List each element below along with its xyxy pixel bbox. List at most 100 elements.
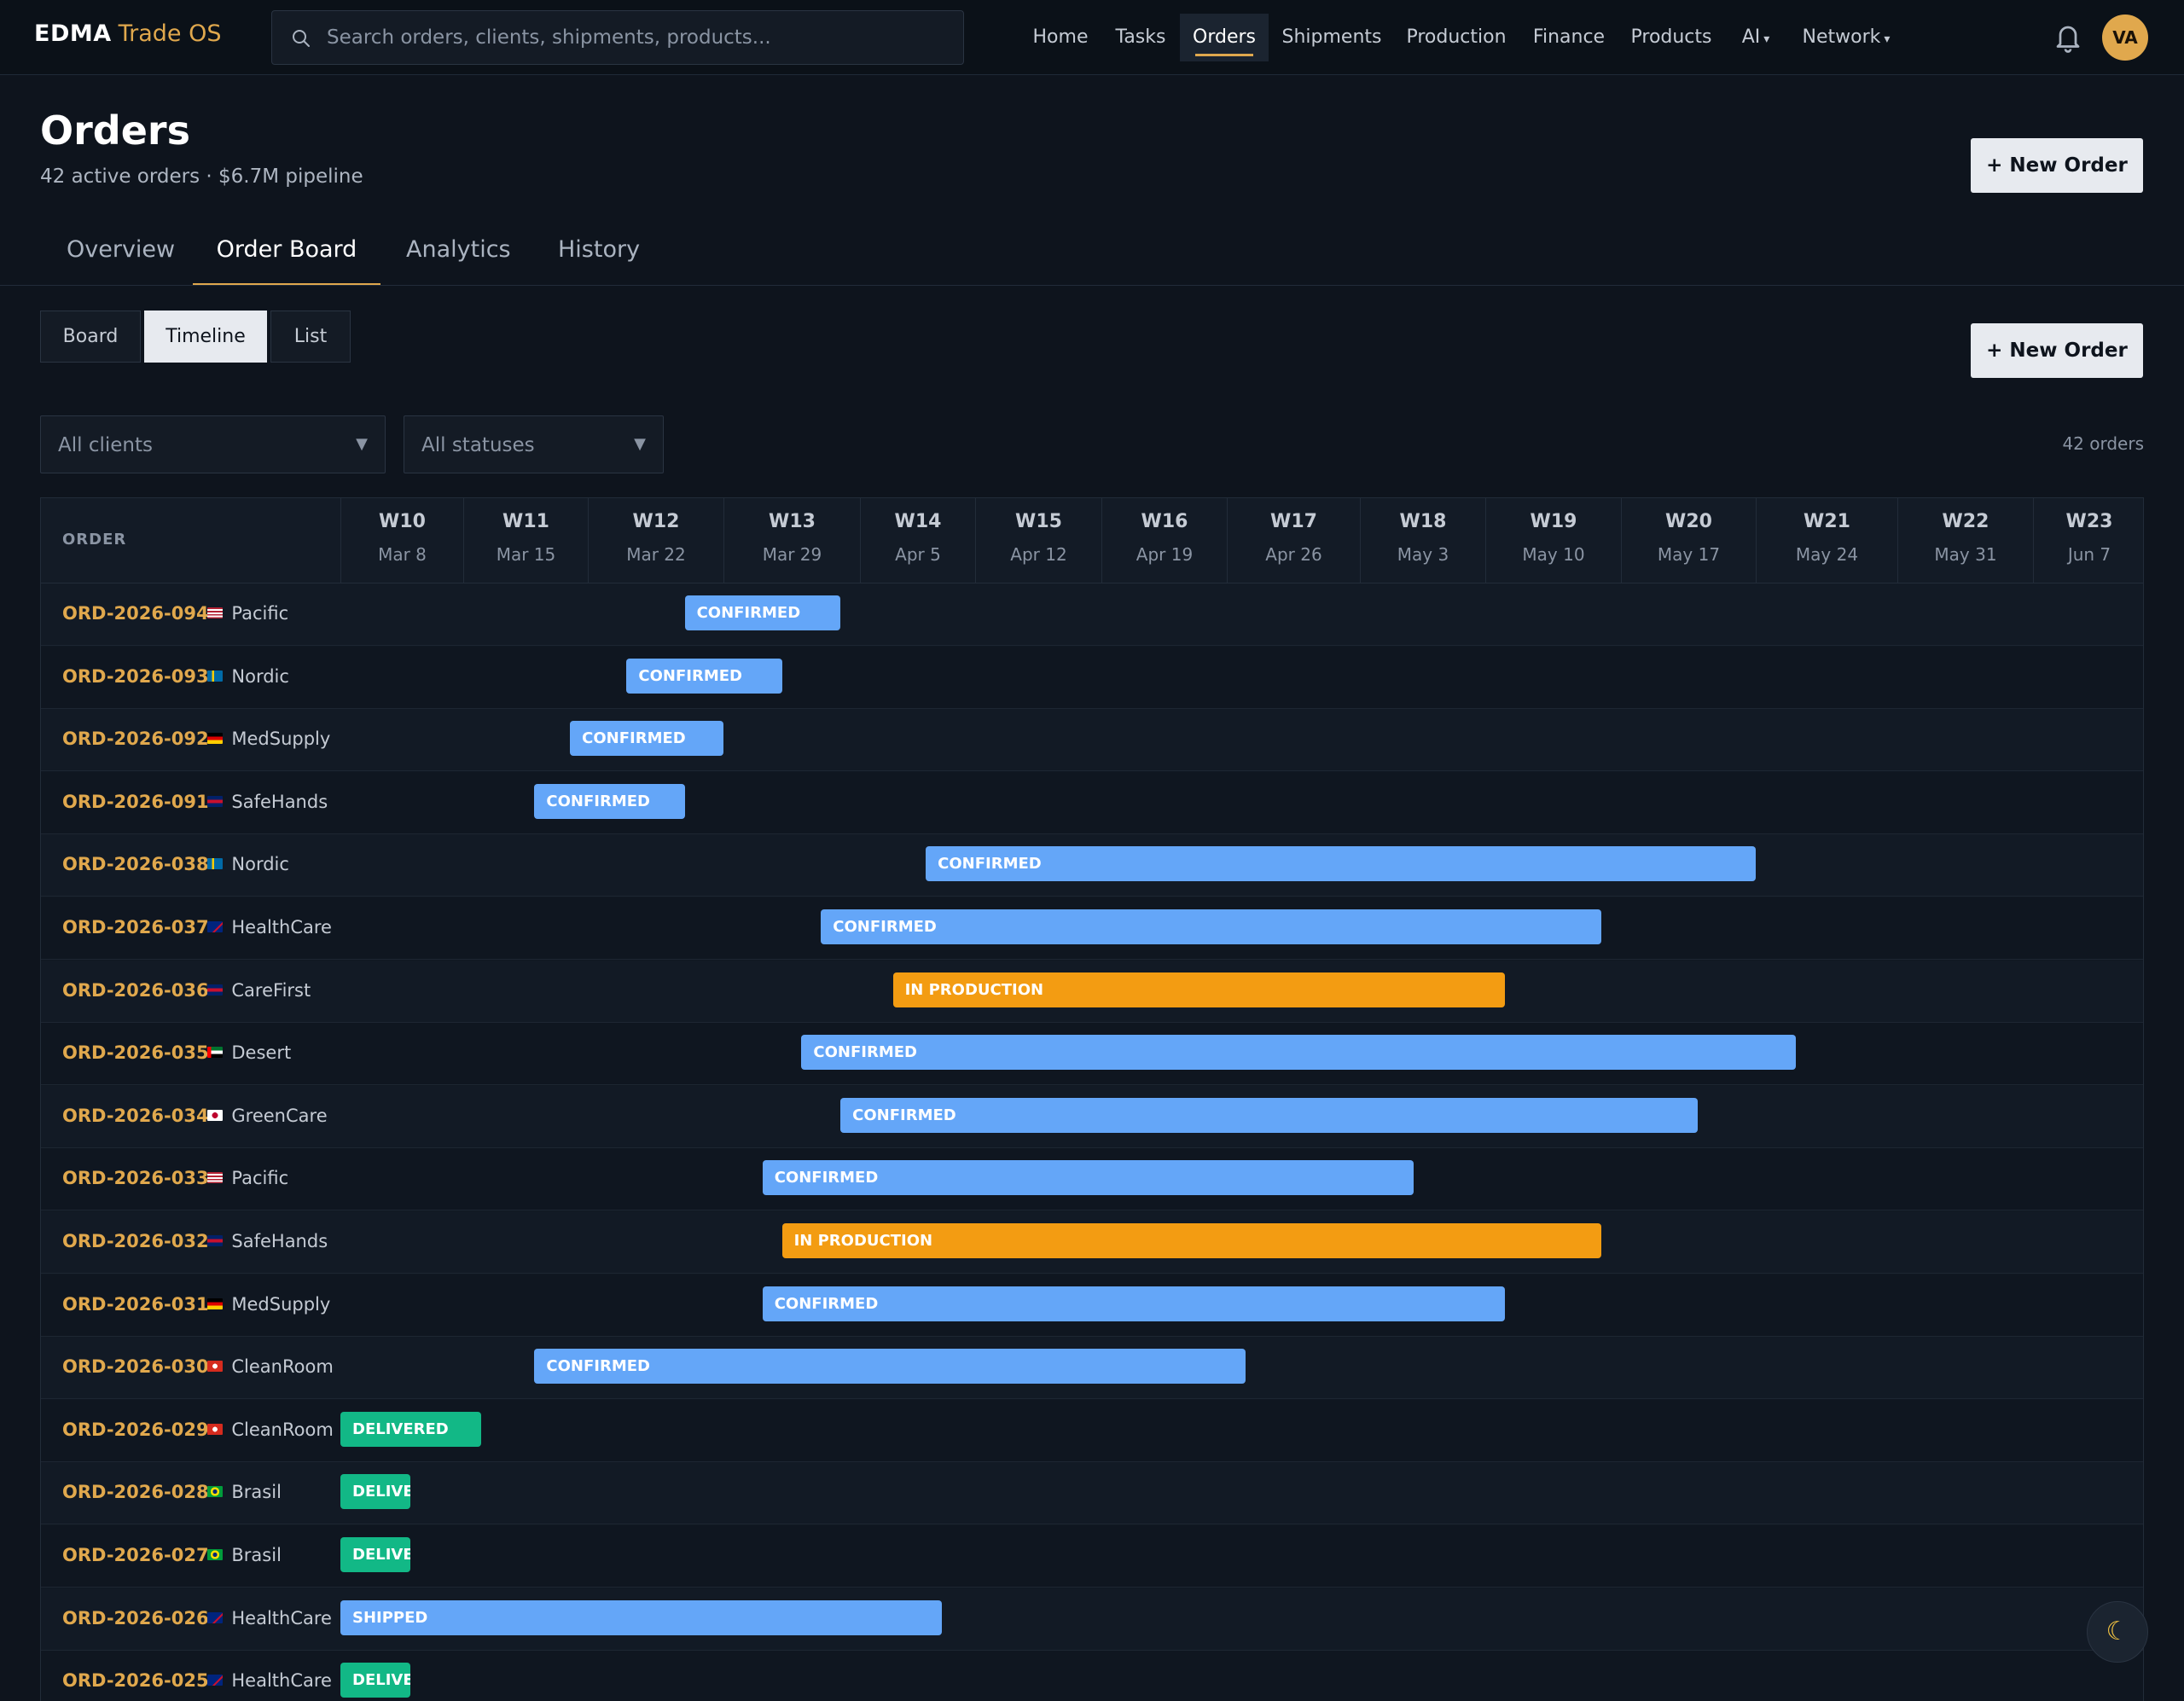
order-status-bar[interactable]: DELIVERED (340, 1474, 411, 1510)
user-avatar[interactable]: VA (2102, 15, 2148, 61)
week-label: W10 (379, 511, 426, 532)
week-date: Mar 22 (626, 544, 686, 565)
timeline-row[interactable]: ORD-2026-028 Brasil DELIVERED (41, 1462, 2143, 1525)
nav-network[interactable]: Network ▾ (1795, 14, 1897, 61)
order-status-bar[interactable]: CONFIRMED (840, 1097, 1699, 1133)
order-id-link[interactable]: ORD-2026-032 (62, 1231, 209, 1251)
nav-finance[interactable]: Finance (1525, 14, 1612, 61)
country-flag-icon (207, 1047, 224, 1059)
timeline-row[interactable]: ORD-2026-029 CleanRoom DELIVERED (41, 1399, 2143, 1462)
status-filter-select[interactable]: All statuses ▼ (404, 415, 664, 473)
order-id-link[interactable]: ORD-2026-038 (62, 854, 209, 874)
tab-overview[interactable]: Overview (67, 229, 175, 286)
timeline-row[interactable]: ORD-2026-036 CareFirst IN PRODUCTION (41, 960, 2143, 1023)
order-id-link[interactable]: ORD-2026-028 (62, 1482, 209, 1502)
order-status-bar[interactable]: DELIVERED (340, 1537, 411, 1572)
global-search[interactable] (271, 10, 964, 65)
timeline-row[interactable]: ORD-2026-034 GreenCare CONFIRMED (41, 1085, 2143, 1148)
week-date: May 3 (1397, 544, 1449, 565)
week-column-header: W13 Mar 29 (723, 498, 860, 583)
country-flag-icon (207, 1549, 224, 1560)
tab-analytics[interactable]: Analytics (406, 229, 511, 286)
timeline-row[interactable]: ORD-2026-093 Nordic CONFIRMED (41, 646, 2143, 709)
order-status-bar[interactable]: CONFIRMED (762, 1160, 1414, 1196)
timeline-row[interactable]: ORD-2026-092 MedSupply CONFIRMED (41, 709, 2143, 772)
order-id-link[interactable]: ORD-2026-035 (62, 1042, 209, 1063)
timeline-row[interactable]: ORD-2026-032 SafeHands IN PRODUCTION (41, 1211, 2143, 1274)
order-id-link[interactable]: ORD-2026-025 (62, 1670, 209, 1691)
tab-order-board[interactable]: Order Board (193, 229, 380, 286)
order-status-bar[interactable]: CONFIRMED (801, 1035, 1797, 1071)
timeline-row[interactable]: ORD-2026-026 HealthCare SHIPPED (41, 1588, 2143, 1651)
order-id-link[interactable]: ORD-2026-094 (62, 603, 209, 624)
order-id-link[interactable]: ORD-2026-037 (62, 917, 209, 938)
order-status-bar[interactable]: CONFIRMED (762, 1286, 1505, 1321)
order-id-link[interactable]: ORD-2026-027 (62, 1545, 209, 1565)
nav-ai[interactable]: AI ▾ (1730, 14, 1781, 61)
country-flag-icon (207, 1675, 224, 1686)
order-status-bar[interactable]: IN PRODUCTION (781, 1223, 1602, 1258)
order-id-link[interactable]: ORD-2026-026 (62, 1608, 209, 1628)
nav-orders[interactable]: Orders (1180, 14, 1269, 61)
order-status-bar[interactable]: DELIVERED (340, 1411, 481, 1447)
brand-name: EDMA (34, 20, 112, 47)
order-status-bar[interactable]: IN PRODUCTION (892, 972, 1505, 1007)
timeline-row[interactable]: ORD-2026-038 Nordic CONFIRMED (41, 834, 2143, 897)
timeline-row[interactable]: ORD-2026-025 HealthCare DELIVERED (41, 1651, 2143, 1701)
timeline-row[interactable]: ORD-2026-035 Desert CONFIRMED (41, 1023, 2143, 1086)
order-id-link[interactable]: ORD-2026-034 (62, 1106, 209, 1126)
nav-products[interactable]: Products (1624, 14, 1718, 61)
timeline-row[interactable]: ORD-2026-030 CleanRoom CONFIRMED (41, 1337, 2143, 1400)
timeline-row[interactable]: ORD-2026-033 Pacific CONFIRMED (41, 1148, 2143, 1211)
order-status-bar[interactable]: DELIVERED (340, 1663, 411, 1698)
new-order-button-header[interactable]: + New Order (1971, 138, 2143, 193)
order-status-bar[interactable]: CONFIRMED (926, 846, 1756, 882)
order-id-link[interactable]: ORD-2026-031 (62, 1294, 209, 1315)
nav-production[interactable]: Production (1399, 14, 1513, 61)
timeline-row[interactable]: ORD-2026-027 Brasil DELIVERED (41, 1525, 2143, 1588)
order-id-link[interactable]: ORD-2026-033 (62, 1168, 209, 1188)
week-column-header: W23 Jun 7 (2033, 498, 2143, 583)
new-order-button[interactable]: + New Order (1971, 323, 2143, 378)
theme-toggle-moon-icon[interactable]: ☾ (2087, 1601, 2148, 1663)
order-status-bar[interactable]: CONFIRMED (821, 909, 1602, 944)
order-timeline: ORDER W10 Mar 8 W11 Mar 15 W12 Mar 22 W13 Mar 2… (40, 497, 2144, 1701)
week-label: W17 (1270, 511, 1317, 532)
search-input[interactable] (327, 11, 950, 64)
order-id-link[interactable]: ORD-2026-036 (62, 980, 209, 1001)
order-status-bar[interactable]: SHIPPED (340, 1599, 943, 1635)
brand-logo[interactable]: EDMA Trade OS (34, 20, 222, 47)
notification-bell-icon[interactable] (2053, 20, 2083, 55)
client-name: HealthCare (231, 1670, 332, 1692)
top-navigation-bar: EDMATrade OS Home Tasks Orders Shipments… (0, 0, 2184, 75)
view-board-button[interactable]: Board (40, 311, 141, 363)
nav-tasks[interactable]: Tasks (1107, 14, 1174, 61)
client-name: SafeHands (231, 1231, 328, 1251)
order-status-bar[interactable]: CONFIRMED (534, 783, 685, 819)
view-list-button[interactable]: List (270, 311, 351, 363)
order-status-bar[interactable]: CONFIRMED (626, 658, 782, 694)
client-name: CleanRoom (231, 1419, 334, 1440)
page-title: Orders (40, 107, 190, 154)
order-id-link[interactable]: ORD-2026-093 (62, 666, 209, 687)
timeline-row[interactable]: ORD-2026-091 SafeHands CONFIRMED (41, 771, 2143, 834)
nav-shipments[interactable]: Shipments (1276, 14, 1387, 61)
tab-history[interactable]: History (558, 229, 640, 286)
order-status-bar[interactable]: CONFIRMED (684, 595, 841, 630)
country-flag-icon (207, 984, 224, 996)
nav-home[interactable]: Home (1022, 14, 1099, 61)
timeline-row[interactable]: ORD-2026-031 MedSupply CONFIRMED (41, 1274, 2143, 1337)
client-filter-select[interactable]: All clients ▼ (40, 415, 386, 473)
order-id-link[interactable]: ORD-2026-091 (62, 792, 209, 812)
week-date: Mar 15 (496, 544, 556, 565)
view-timeline-button[interactable]: Timeline (144, 311, 267, 363)
order-status-bar[interactable]: CONFIRMED (534, 1349, 1246, 1385)
week-column-header: W11 Mar 15 (463, 498, 588, 583)
timeline-row[interactable]: ORD-2026-037 HealthCare CONFIRMED (41, 897, 2143, 960)
week-column-header: W20 May 17 (1621, 498, 1756, 583)
order-id-link[interactable]: ORD-2026-029 (62, 1419, 209, 1440)
order-id-link[interactable]: ORD-2026-092 (62, 729, 209, 749)
timeline-row[interactable]: ORD-2026-094 Pacific CONFIRMED (41, 583, 2143, 646)
order-status-bar[interactable]: CONFIRMED (570, 721, 723, 757)
order-id-link[interactable]: ORD-2026-030 (62, 1356, 209, 1377)
